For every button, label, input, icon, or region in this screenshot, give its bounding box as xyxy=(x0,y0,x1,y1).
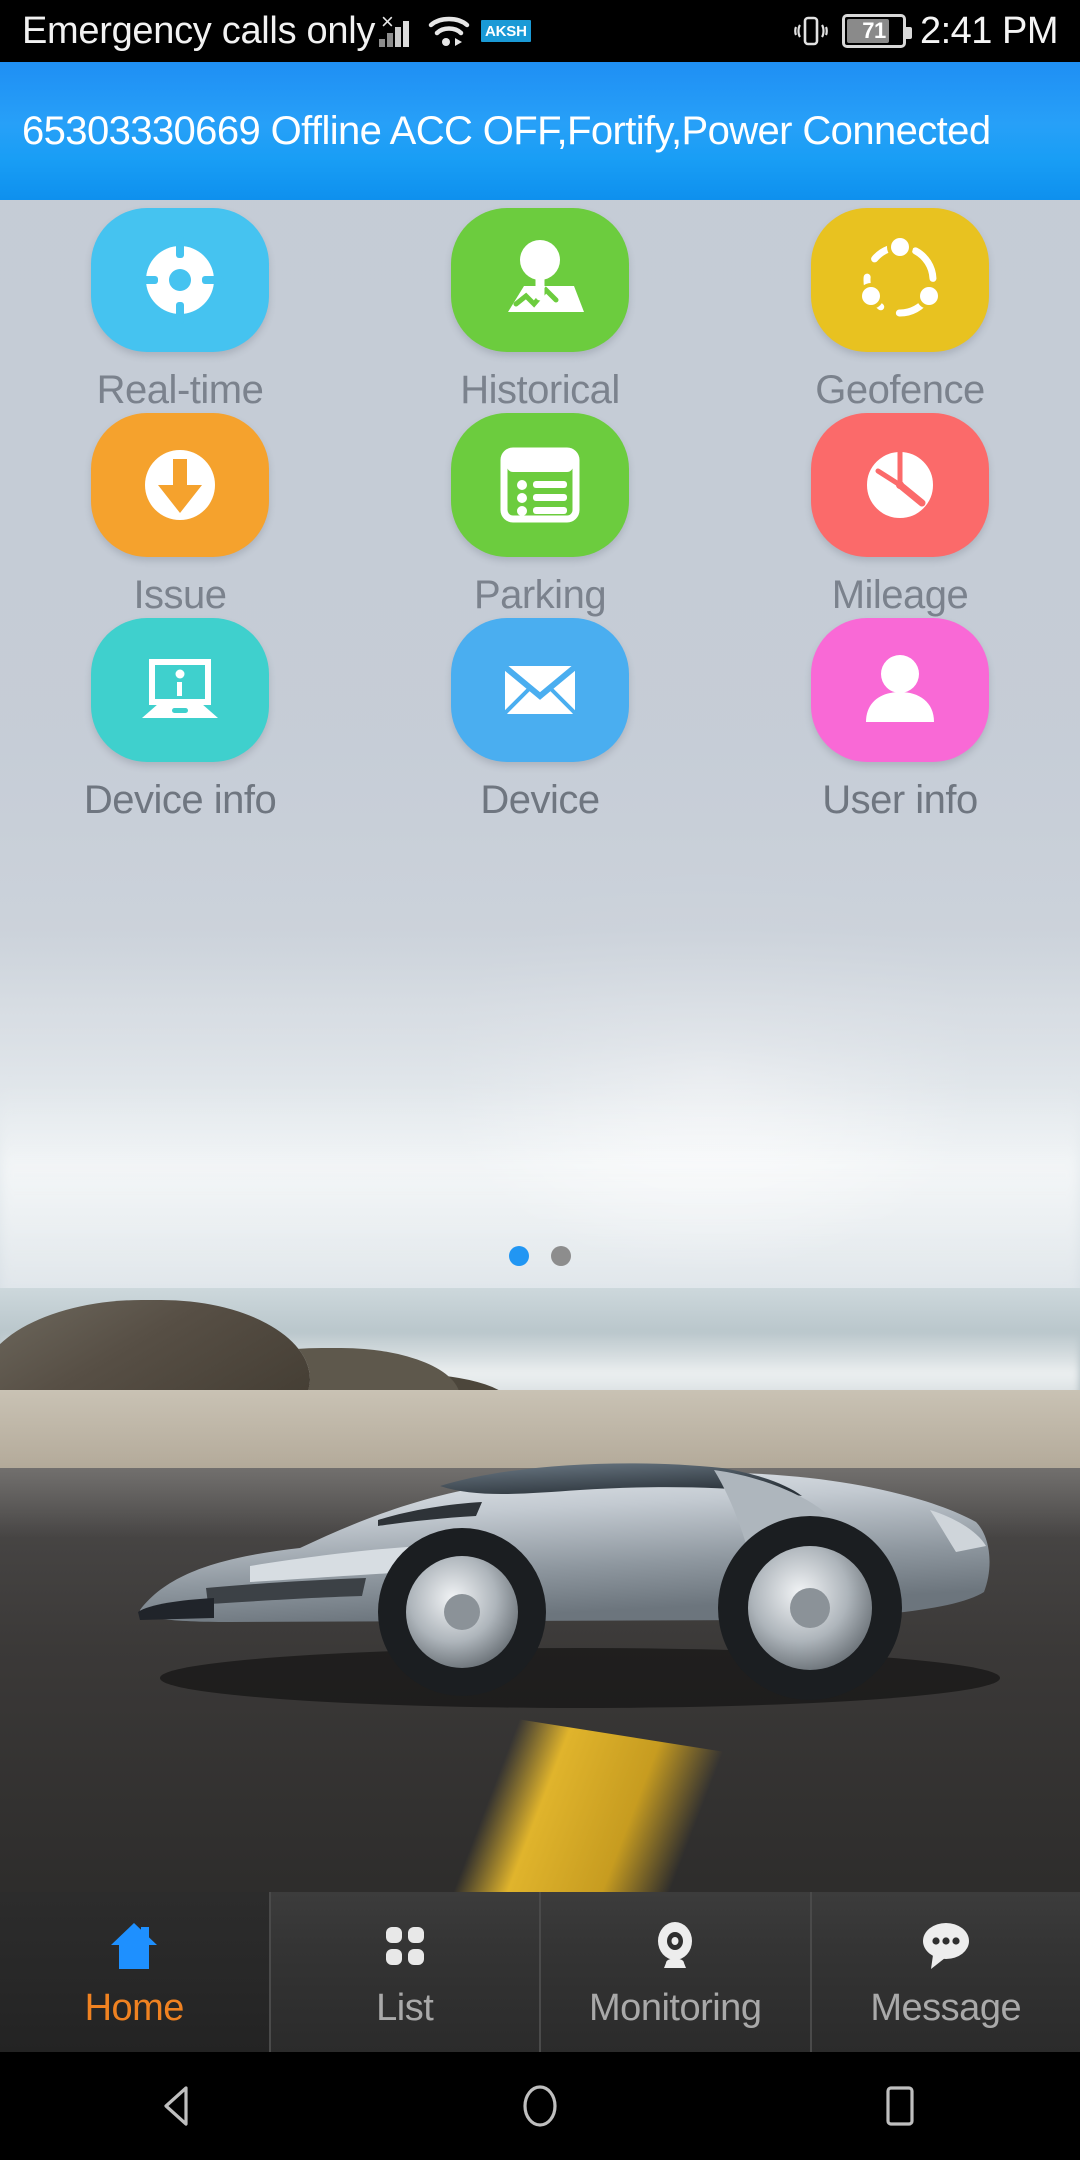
battery-indicator: 71 xyxy=(841,14,912,48)
page-dot-2[interactable] xyxy=(551,1246,571,1266)
geofence-tile[interactable] xyxy=(811,208,989,352)
nav-item-monitoring[interactable]: Monitoring xyxy=(541,1892,812,2052)
map-pin-icon xyxy=(508,240,584,312)
geofence-share-icon xyxy=(858,234,942,317)
battery-level-label: 71 xyxy=(862,18,886,43)
person-icon xyxy=(866,655,934,722)
page-indicator[interactable] xyxy=(0,1246,1080,1266)
user-info-tile[interactable] xyxy=(811,618,989,762)
download-arrow-icon xyxy=(145,450,215,520)
shortcut-device[interactable]: Device xyxy=(360,618,720,823)
grid-dots-icon xyxy=(374,1915,436,1977)
shortcut-device-info[interactable]: Device info xyxy=(0,618,360,823)
shortcut-historical[interactable]: Historical xyxy=(360,208,720,413)
wifi-icon xyxy=(427,14,471,48)
home-icon xyxy=(103,1915,165,1977)
recents-square-icon[interactable] xyxy=(840,2052,960,2160)
speedometer-icon xyxy=(863,448,937,522)
target-crosshair-icon xyxy=(136,236,224,324)
home-circle-icon[interactable] xyxy=(480,2052,600,2160)
page-dot-1[interactable] xyxy=(509,1246,529,1266)
carrier-label: Emergency calls only xyxy=(22,9,376,52)
shortcut-label: Device info xyxy=(83,778,277,822)
nav-item-message[interactable]: Message xyxy=(812,1892,1080,2052)
nav-item-list[interactable]: List xyxy=(271,1892,541,2052)
status-bar: Emergency calls only × AKSH 71 2:41 PM xyxy=(0,0,1080,62)
device-info-tile[interactable] xyxy=(91,618,269,762)
device-tile[interactable] xyxy=(451,618,629,762)
status-bar-right: 71 2:41 PM xyxy=(794,9,1059,53)
shortcut-real-time[interactable]: Real-time xyxy=(0,208,360,413)
shortcut-label: Mileage xyxy=(831,573,969,617)
shortcut-parking[interactable]: Parking xyxy=(360,413,720,618)
shortcut-label: Device xyxy=(480,778,600,822)
vibrate-icon xyxy=(794,13,828,49)
mileage-tile[interactable] xyxy=(811,413,989,557)
android-system-nav xyxy=(0,2052,1080,2160)
nav-item-home[interactable]: Home xyxy=(0,1892,271,2052)
signal-bars-no-service-icon: × xyxy=(377,11,417,49)
aksh-badge: AKSH xyxy=(481,20,531,42)
list-form-icon xyxy=(500,447,580,523)
bottom-navigation-bar: Home List Monitoring Message xyxy=(0,1892,1080,2052)
wallpaper-sports-car xyxy=(138,1463,1000,1708)
shortcut-issue[interactable]: Issue xyxy=(0,413,360,618)
shortcut-geofence[interactable]: Geofence xyxy=(720,208,1080,413)
back-triangle-icon[interactable] xyxy=(120,2052,240,2160)
nav-label: Home xyxy=(84,1986,185,2029)
historical-tile[interactable] xyxy=(451,208,629,352)
shortcut-label: Issue xyxy=(133,573,227,617)
envelope-icon xyxy=(503,664,577,715)
chat-bubble-icon xyxy=(915,1915,977,1977)
nav-label: Monitoring xyxy=(589,1986,762,2029)
shortcut-label: Parking xyxy=(473,573,607,617)
phone-screen: Emergency calls only × AKSH 71 2:41 PM 6… xyxy=(0,0,1080,2160)
shortcut-label: Real-time xyxy=(96,368,264,412)
nav-label: List xyxy=(376,1986,434,2029)
clock-label: 2:41 PM xyxy=(919,9,1059,52)
shortcut-label: User info xyxy=(822,778,978,822)
app-shortcut-grid: Real-time Historical Geofence Issue Park… xyxy=(0,200,1080,1160)
shortcut-label: Historical xyxy=(460,368,620,412)
issue-tile[interactable] xyxy=(91,413,269,557)
device-status-text: 65303330669 Offline ACC OFF,Fortify,Powe… xyxy=(22,108,991,153)
shortcut-user-info[interactable]: User info xyxy=(720,618,1080,823)
grid-row-1: Real-time Historical Geofence xyxy=(0,208,1080,413)
shortcut-mileage[interactable]: Mileage xyxy=(720,413,1080,618)
grid-row-3: Device info Device User info xyxy=(0,618,1080,823)
camera-eye-icon xyxy=(644,1915,706,1977)
shortcut-label: Geofence xyxy=(815,368,985,412)
laptop-info-icon xyxy=(142,659,218,718)
real-time-tile[interactable] xyxy=(91,208,269,352)
nav-label: Message xyxy=(870,1986,1022,2029)
grid-row-2: Issue Parking Mileage xyxy=(0,413,1080,618)
parking-tile[interactable] xyxy=(451,413,629,557)
device-status-banner[interactable]: 65303330669 Offline ACC OFF,Fortify,Powe… xyxy=(0,62,1080,200)
status-bar-left: Emergency calls only × AKSH xyxy=(22,10,531,53)
